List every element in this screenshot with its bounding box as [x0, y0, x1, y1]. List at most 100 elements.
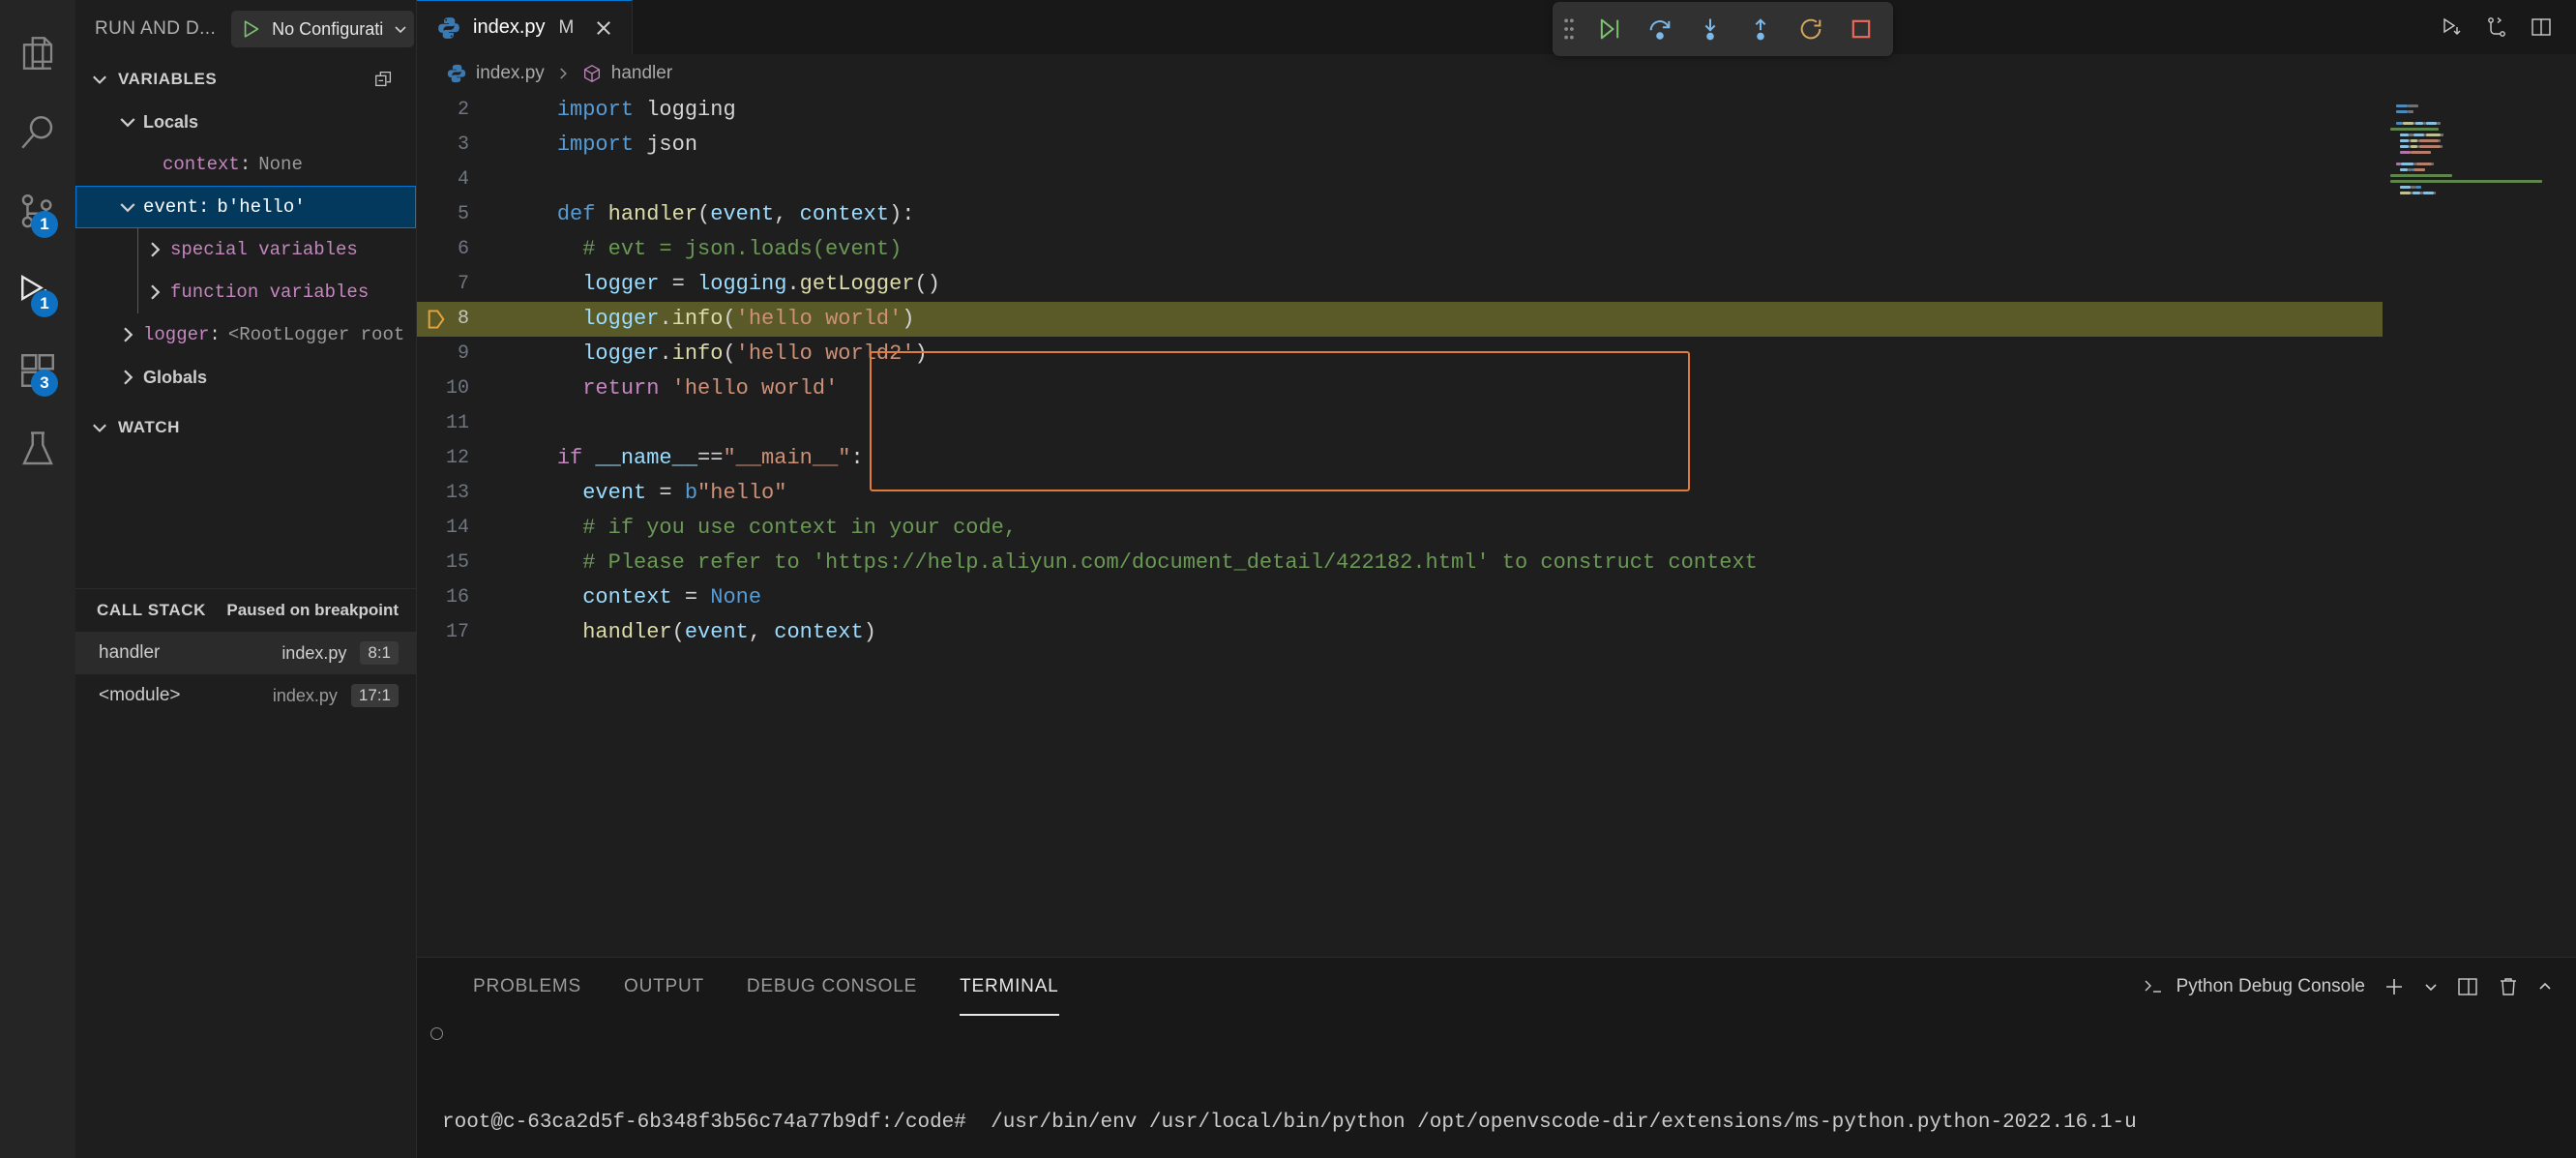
- call-stack-header[interactable]: CALL STACK Paused on breakpoint: [75, 589, 416, 632]
- stop-icon[interactable]: [1843, 11, 1880, 47]
- debug-configuration-select[interactable]: No Configurati: [231, 11, 414, 47]
- tab-debug-console-label: DEBUG CONSOLE: [747, 976, 917, 997]
- code-editor[interactable]: 2 import logging3 import json45 def hand…: [417, 93, 2576, 957]
- code-line[interactable]: 10 return 'hello world': [417, 371, 2576, 406]
- minimap[interactable]: [2383, 93, 2576, 957]
- plus-icon[interactable]: [2383, 975, 2406, 998]
- line-number: 2: [417, 93, 483, 128]
- code-text: event = b"hello": [483, 476, 786, 511]
- line-number: 14: [417, 511, 483, 546]
- code-line[interactable]: 16 context = None: [417, 580, 2576, 615]
- restart-icon[interactable]: [1792, 11, 1829, 47]
- variable-name: context: [163, 154, 240, 175]
- collapse-all-icon[interactable]: [373, 69, 395, 90]
- breakpoint-icon[interactable]: [427, 309, 446, 330]
- variable-row-special-variables[interactable]: special variables: [75, 228, 416, 271]
- call-stack-row-handler[interactable]: handler index.py 8:1: [75, 632, 416, 674]
- code-line[interactable]: 2 import logging: [417, 93, 2576, 128]
- watch-section-header[interactable]: WATCH: [75, 406, 416, 449]
- activity-item-source-control[interactable]: 1: [0, 172, 75, 252]
- variables-section-header[interactable]: VARIABLES: [75, 58, 416, 101]
- activity-item-explorer[interactable]: [0, 14, 75, 93]
- code-text: if __name__=="__main__":: [483, 441, 864, 476]
- minimap-line: [2413, 168, 2424, 171]
- terminal-command-bullet: [430, 1027, 443, 1040]
- activity-item-extensions[interactable]: 3: [0, 331, 75, 410]
- editor-tab-dirty-marker: M: [559, 17, 575, 39]
- step-over-icon[interactable]: [1642, 11, 1678, 47]
- breadcrumb-item-symbol[interactable]: handler: [581, 63, 672, 84]
- indent-guide: [137, 228, 138, 271]
- line-number: 4: [417, 163, 483, 197]
- minimap-line: [2426, 134, 2440, 136]
- code-line[interactable]: 3 import json: [417, 128, 2576, 163]
- chevron-down-icon[interactable]: [116, 110, 139, 134]
- continue-icon[interactable]: [1591, 11, 1628, 47]
- chevron-right-icon[interactable]: [116, 323, 139, 346]
- symbol-method-icon: [581, 63, 603, 84]
- code-line[interactable]: 5 def handler(event, context):: [417, 197, 2576, 232]
- code-line[interactable]: 13 event = b"hello": [417, 476, 2576, 511]
- step-into-icon[interactable]: [1692, 11, 1729, 47]
- tab-debug-console[interactable]: DEBUG CONSOLE: [725, 958, 938, 1016]
- line-number: 7: [417, 267, 483, 302]
- code-line[interactable]: 8 logger.info('hello world'): [417, 302, 2576, 337]
- chevron-up-icon[interactable]: [2537, 979, 2553, 995]
- variable-name: logger: [143, 324, 209, 345]
- code-line[interactable]: 14 # if you use context in your code,: [417, 511, 2576, 546]
- terminal-output[interactable]: root@c-63ca2d5f-6b348f3b56c74a77b9df:/co…: [417, 1016, 2576, 1158]
- minimap-line: [2423, 192, 2434, 194]
- line-number: 6: [417, 232, 483, 267]
- run-or-debug-icon[interactable]: [2441, 15, 2464, 39]
- chevron-right-icon[interactable]: [143, 238, 166, 261]
- variable-row-locals[interactable]: Locals: [75, 101, 416, 143]
- chevron-right-icon[interactable]: [116, 366, 139, 389]
- code-line[interactable]: 4: [417, 163, 2576, 197]
- variable-row-event[interactable]: event : b'hello': [75, 186, 416, 228]
- variable-row-context[interactable]: context : None: [75, 143, 416, 186]
- split-editor-icon[interactable]: [2530, 15, 2553, 39]
- variable-row-logger[interactable]: logger : <RootLogger root (WARNING)>: [75, 313, 416, 356]
- code-line[interactable]: 15 # Please refer to 'https://help.aliyu…: [417, 546, 2576, 580]
- code-line[interactable]: 12 if __name__=="__main__":: [417, 441, 2576, 476]
- branch-compare-icon[interactable]: [2485, 15, 2508, 39]
- code-line[interactable]: 9 logger.info('hello world2'): [417, 337, 2576, 371]
- chevron-right-icon[interactable]: [143, 281, 166, 304]
- variable-value: b'hello': [209, 196, 305, 218]
- code-line[interactable]: 7 logger = logging.getLogger(): [417, 267, 2576, 302]
- debug-floating-toolbar[interactable]: [1553, 2, 1893, 56]
- minimap-line: [2390, 180, 2542, 183]
- call-stack-label: CALL STACK: [97, 601, 206, 620]
- code-line[interactable]: 6 # evt = json.loads(event): [417, 232, 2576, 267]
- line-number: 11: [417, 406, 483, 441]
- chevron-down-icon[interactable]: [2423, 979, 2439, 995]
- variable-row-globals[interactable]: Globals: [75, 356, 416, 399]
- chevron-down-icon[interactable]: [116, 195, 139, 219]
- variable-row-function-variables[interactable]: function variables: [75, 271, 416, 313]
- tab-problems[interactable]: PROBLEMS: [452, 958, 603, 1016]
- minimap-line: [2441, 134, 2443, 136]
- tab-output[interactable]: OUTPUT: [603, 958, 725, 1016]
- code-line[interactable]: 11: [417, 406, 2576, 441]
- chevron-down-icon[interactable]: [393, 21, 408, 37]
- trash-icon[interactable]: [2497, 975, 2520, 998]
- activity-item-search[interactable]: [0, 93, 75, 172]
- minimap-line: [2419, 145, 2441, 148]
- split-terminal-icon[interactable]: [2456, 975, 2479, 998]
- terminal-selector[interactable]: Python Debug Console: [2142, 975, 2365, 998]
- activity-item-run-and-debug[interactable]: 1: [0, 252, 75, 331]
- activity-item-testing[interactable]: [0, 410, 75, 490]
- code-line[interactable]: 17 handler(event, context): [417, 615, 2576, 650]
- step-out-icon[interactable]: [1742, 11, 1779, 47]
- minimap-line: [2400, 145, 2410, 148]
- minimap-line: [2413, 134, 2424, 136]
- call-stack-row-module[interactable]: <module> index.py 17:1: [75, 674, 416, 717]
- breadcrumb-item-file[interactable]: index.py: [446, 63, 545, 84]
- drag-grip-icon[interactable]: [1560, 16, 1578, 42]
- play-icon[interactable]: [241, 18, 262, 40]
- close-icon[interactable]: [585, 17, 614, 39]
- files-icon: [17, 33, 58, 74]
- code-text: def handler(event, context):: [483, 197, 915, 232]
- editor-tab-index-py[interactable]: index.py M: [417, 0, 633, 54]
- tab-terminal[interactable]: TERMINAL: [938, 958, 1080, 1016]
